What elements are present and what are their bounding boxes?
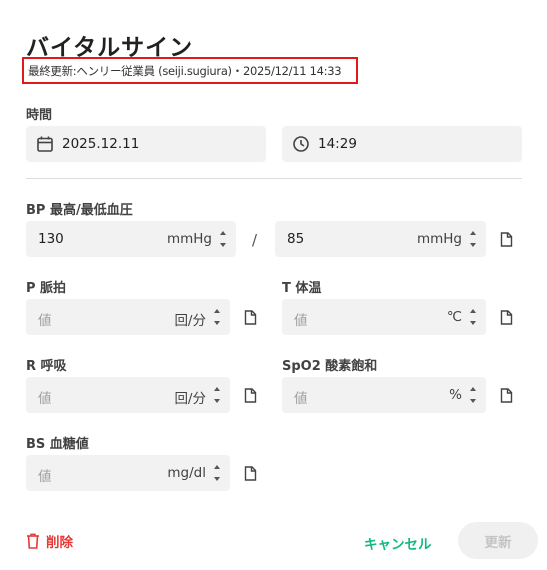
temperature-placeholder: 値: [294, 313, 308, 329]
bp-systolic-stepper[interactable]: [219, 229, 227, 249]
bp-diastolic-stepper[interactable]: [469, 229, 477, 249]
bp-diastolic-unit: mmHg: [416, 231, 462, 247]
bp-document-icon[interactable]: [500, 232, 513, 247]
blood-sugar-label: BS 血糖値: [26, 437, 89, 452]
last-updated-highlight: 最終更新:ヘンリー従業員 (seiji.sugiura)・2025/12/11 …: [22, 57, 358, 84]
spo2-unit: %: [449, 387, 462, 403]
date-value: 2025.12.11: [62, 136, 140, 152]
time-value: 14:29: [318, 136, 357, 152]
pulse-document-icon[interactable]: [244, 310, 257, 325]
bp-separator: /: [252, 231, 258, 249]
clock-icon: [293, 136, 309, 152]
respiration-label: R 呼吸: [26, 359, 67, 374]
pulse-label: P 脈拍: [26, 281, 67, 296]
update-button[interactable]: 更新: [458, 522, 538, 559]
bp-diastolic-value: 85: [287, 231, 305, 247]
time-label: 時間: [26, 108, 53, 123]
bp-systolic-unit: mmHg: [166, 231, 212, 247]
time-field[interactable]: 14:29: [282, 126, 522, 162]
spo2-stepper[interactable]: [469, 385, 477, 405]
spo2-placeholder: 値: [294, 391, 308, 407]
respiration-placeholder: 値: [38, 391, 52, 407]
blood-sugar-placeholder: 値: [38, 469, 52, 485]
pulse-unit: 回/分: [174, 313, 206, 329]
delete-button[interactable]: 削除: [26, 531, 73, 551]
bp-systolic-input[interactable]: 130 mmHg: [26, 221, 236, 257]
temperature-document-icon[interactable]: [500, 310, 513, 325]
spo2-label: SpO2 酸素飽和: [282, 359, 378, 374]
respiration-unit: 回/分: [174, 391, 206, 407]
temperature-unit: ℃: [446, 309, 462, 325]
spo2-document-icon[interactable]: [500, 388, 513, 403]
calendar-icon: [37, 136, 53, 152]
trash-icon: [27, 533, 39, 549]
respiration-document-icon[interactable]: [244, 388, 257, 403]
blood-sugar-unit: mg/dl: [167, 465, 206, 481]
bp-diastolic-input[interactable]: 85 mmHg: [275, 221, 486, 257]
pulse-placeholder: 値: [38, 313, 52, 329]
temperature-stepper[interactable]: [469, 307, 477, 327]
blood-sugar-input[interactable]: 値 mg/dl: [26, 455, 230, 491]
blood-sugar-stepper[interactable]: [213, 463, 221, 483]
temperature-label: T 体温: [282, 281, 322, 296]
cancel-button[interactable]: キャンセル: [364, 533, 432, 553]
date-field[interactable]: 2025.12.11: [26, 126, 266, 162]
spo2-input[interactable]: 値 %: [282, 377, 486, 413]
bp-systolic-value: 130: [38, 231, 64, 247]
respiration-stepper[interactable]: [213, 385, 221, 405]
delete-label: 削除: [46, 535, 73, 551]
blood-sugar-document-icon[interactable]: [244, 466, 257, 481]
pulse-input[interactable]: 値 回/分: [26, 299, 230, 335]
respiration-input[interactable]: 値 回/分: [26, 377, 230, 413]
last-updated-text: 最終更新:ヘンリー従業員 (seiji.sugiura)・2025/12/11 …: [28, 64, 342, 78]
pulse-stepper[interactable]: [213, 307, 221, 327]
temperature-input[interactable]: 値 ℃: [282, 299, 486, 335]
section-divider: [26, 178, 522, 179]
bp-label: BP 最高/最低血圧: [26, 203, 133, 218]
